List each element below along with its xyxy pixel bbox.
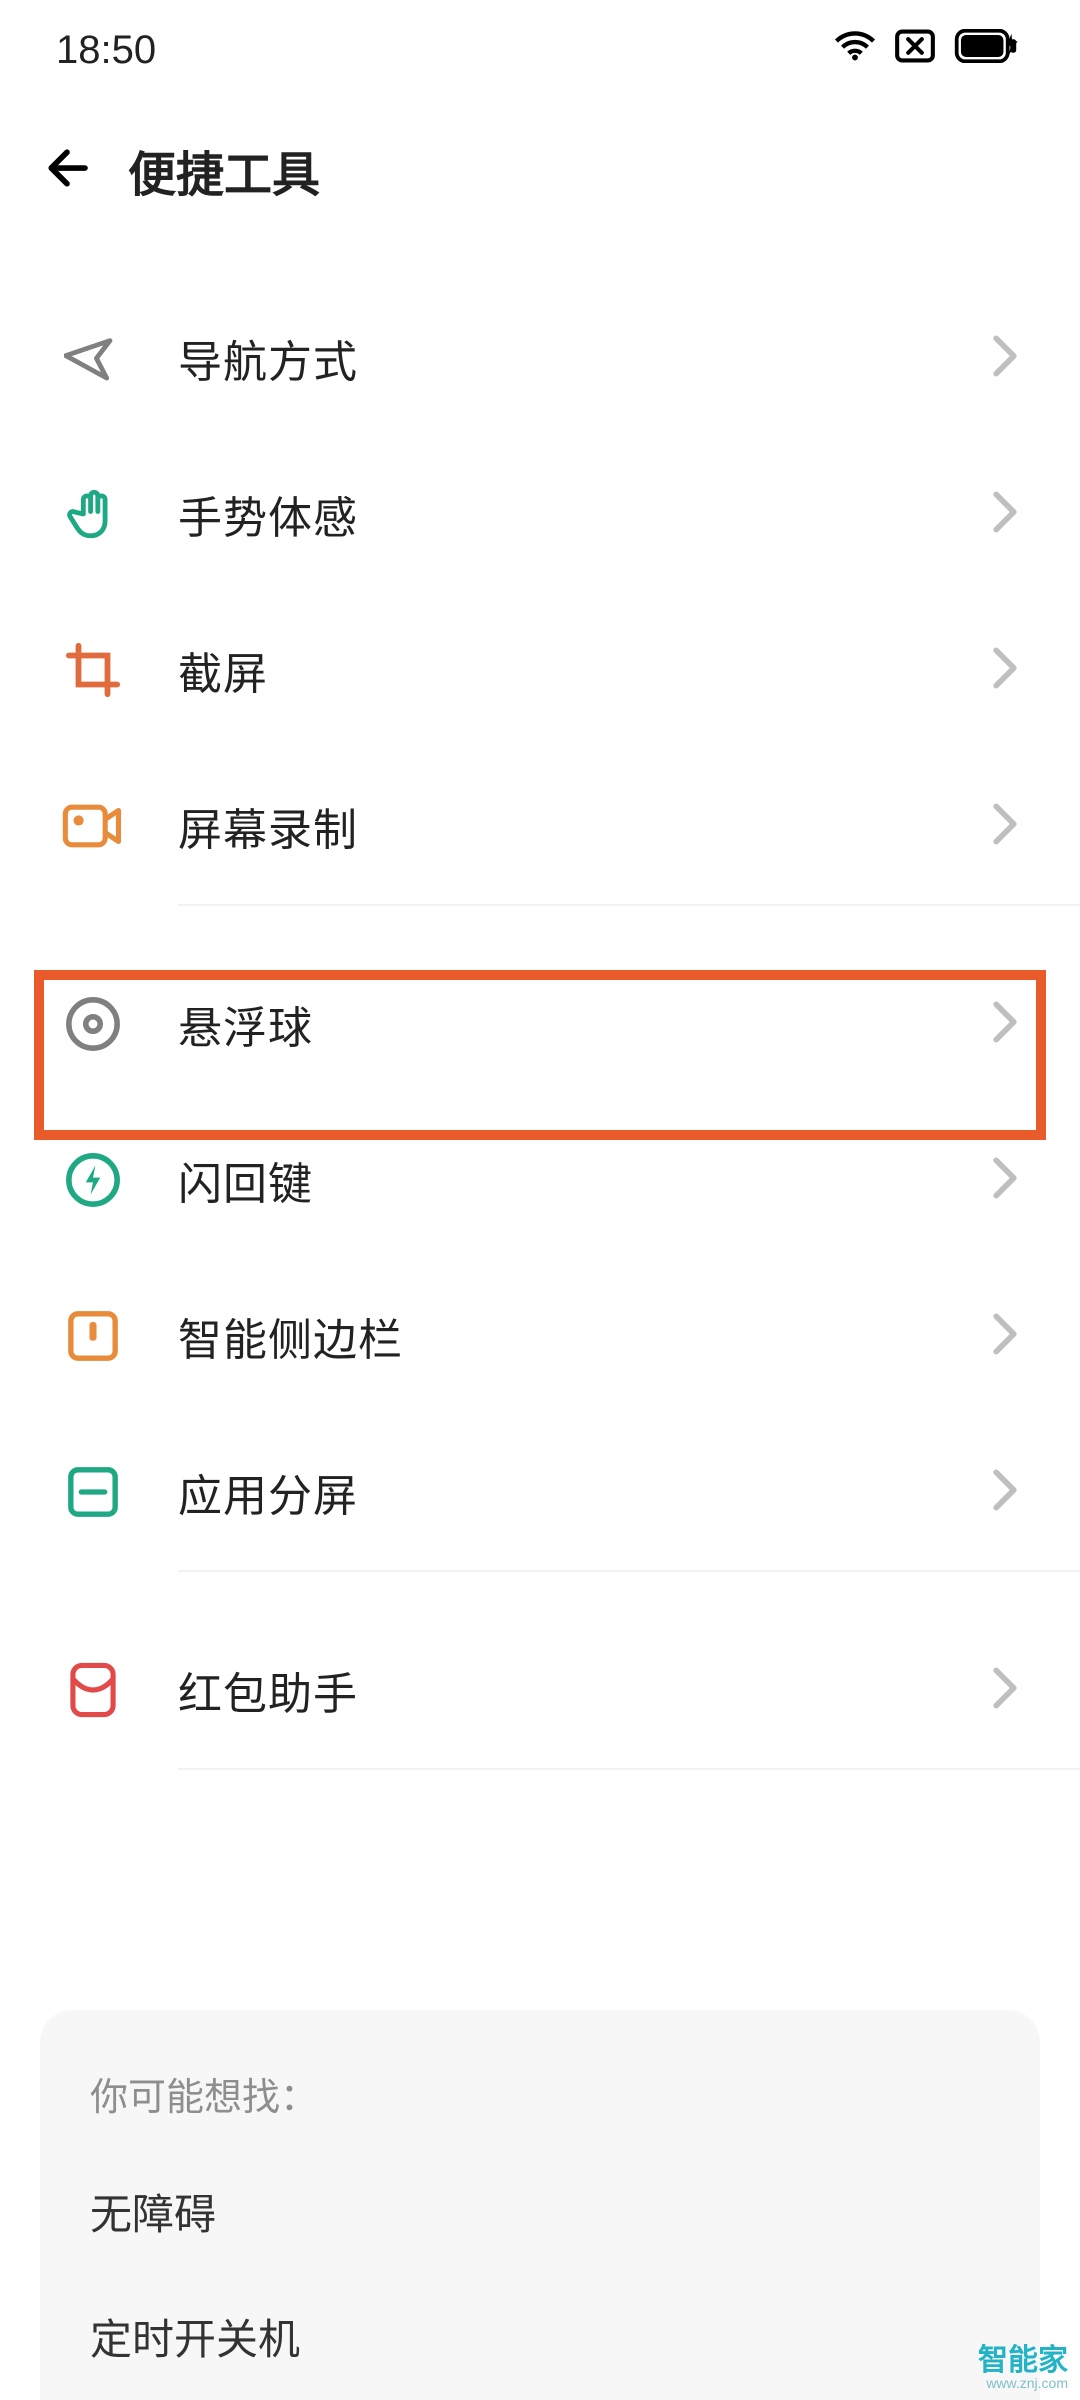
page-title: 便捷工具 xyxy=(128,135,320,205)
item-label: 屏幕录制 xyxy=(178,794,990,858)
wifi-icon xyxy=(834,28,876,73)
item-label: 截屏 xyxy=(178,638,990,702)
crop-icon xyxy=(56,633,130,707)
chevron-right-icon xyxy=(990,646,1020,695)
item-label: 智能侧边栏 xyxy=(178,1304,990,1368)
hand-icon xyxy=(56,477,130,551)
back-button[interactable] xyxy=(40,141,94,200)
item-smart-sidebar[interactable]: 智能侧边栏 xyxy=(0,1258,1080,1414)
suggestion-item[interactable]: 定时开关机 xyxy=(90,2306,990,2367)
item-screenshot[interactable]: 截屏 xyxy=(0,592,1080,748)
split-icon xyxy=(56,1455,130,1529)
chevron-right-icon xyxy=(990,1156,1020,1205)
item-label: 红包助手 xyxy=(178,1658,990,1722)
item-label: 悬浮球 xyxy=(178,992,990,1056)
chevron-right-icon xyxy=(990,490,1020,539)
chevron-right-icon xyxy=(990,1468,1020,1517)
item-label: 应用分屏 xyxy=(178,1460,990,1524)
envelope-icon xyxy=(56,1653,130,1727)
item-split-screen[interactable]: 应用分屏 xyxy=(0,1414,1080,1570)
item-label: 闪回键 xyxy=(178,1148,990,1212)
status-icons xyxy=(834,28,1024,73)
chevron-right-icon xyxy=(990,1312,1020,1361)
cursor-icon xyxy=(56,321,130,395)
chevron-right-icon xyxy=(990,334,1020,383)
settings-list: 导航方式 手势体感 截屏 屏幕录制 悬浮球 闪回键 xyxy=(0,240,1080,1770)
item-navigation[interactable]: 导航方式 xyxy=(0,280,1080,436)
chevron-right-icon xyxy=(990,802,1020,851)
status-bar: 18:50 xyxy=(0,0,1080,100)
item-flash-back[interactable]: 闪回键 xyxy=(0,1102,1080,1258)
suggestion-panel: 你可能想找： 无障碍 定时开关机 xyxy=(40,2010,1040,2400)
item-label: 导航方式 xyxy=(178,326,990,390)
flash-icon xyxy=(56,1143,130,1217)
item-screen-record[interactable]: 屏幕录制 xyxy=(0,748,1080,904)
item-floating-ball[interactable]: 悬浮球 xyxy=(0,946,1080,1102)
chevron-right-icon xyxy=(990,1666,1020,1715)
no-sim-icon xyxy=(894,28,936,73)
battery-icon xyxy=(954,28,1024,73)
suggestion-item[interactable]: 无障碍 xyxy=(90,2181,990,2242)
title-bar: 便捷工具 xyxy=(0,100,1080,240)
suggestion-hint: 你可能想找： xyxy=(90,2066,990,2121)
chevron-right-icon xyxy=(990,1000,1020,1049)
status-time: 18:50 xyxy=(56,28,156,73)
video-icon xyxy=(56,789,130,863)
item-red-packet[interactable]: 红包助手 xyxy=(0,1612,1080,1768)
divider xyxy=(178,1768,1080,1770)
sidebar-icon xyxy=(56,1299,130,1373)
item-label: 手势体感 xyxy=(178,482,990,546)
circle-dot-icon xyxy=(56,987,130,1061)
item-gesture[interactable]: 手势体感 xyxy=(0,436,1080,592)
watermark: 智能家 www.znj.com xyxy=(978,2346,1068,2390)
